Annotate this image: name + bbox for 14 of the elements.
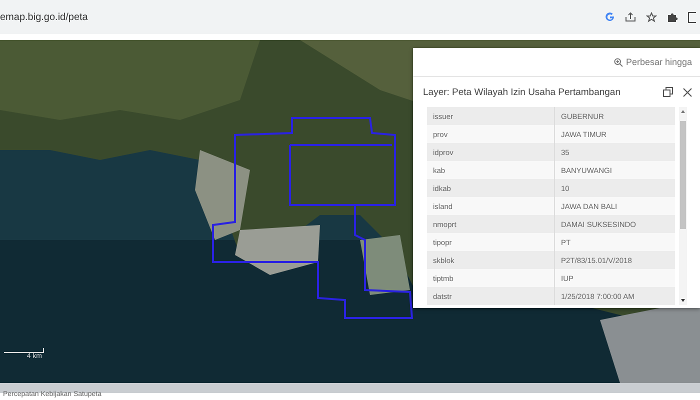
scroll-down-icon[interactable] (680, 298, 686, 303)
sidebar-icon[interactable] (688, 12, 696, 22)
zoom-in-icon (614, 58, 623, 66)
share-icon[interactable] (625, 12, 636, 22)
zoom-to-link[interactable]: Perbesar hingga (614, 57, 692, 67)
scrollbar[interactable] (679, 107, 687, 305)
close-icon[interactable] (683, 88, 692, 96)
dock-icon[interactable] (663, 87, 673, 97)
popup-title: Layer: Peta Wilayah Izin Usaha Pertambangan (423, 86, 622, 98)
scroll-up-icon[interactable] (680, 109, 686, 114)
star-icon[interactable] (646, 12, 657, 22)
scale-bar-icon (4, 348, 44, 353)
puzzle-piece-icon[interactable] (667, 12, 678, 22)
google-icon[interactable] (605, 12, 615, 22)
